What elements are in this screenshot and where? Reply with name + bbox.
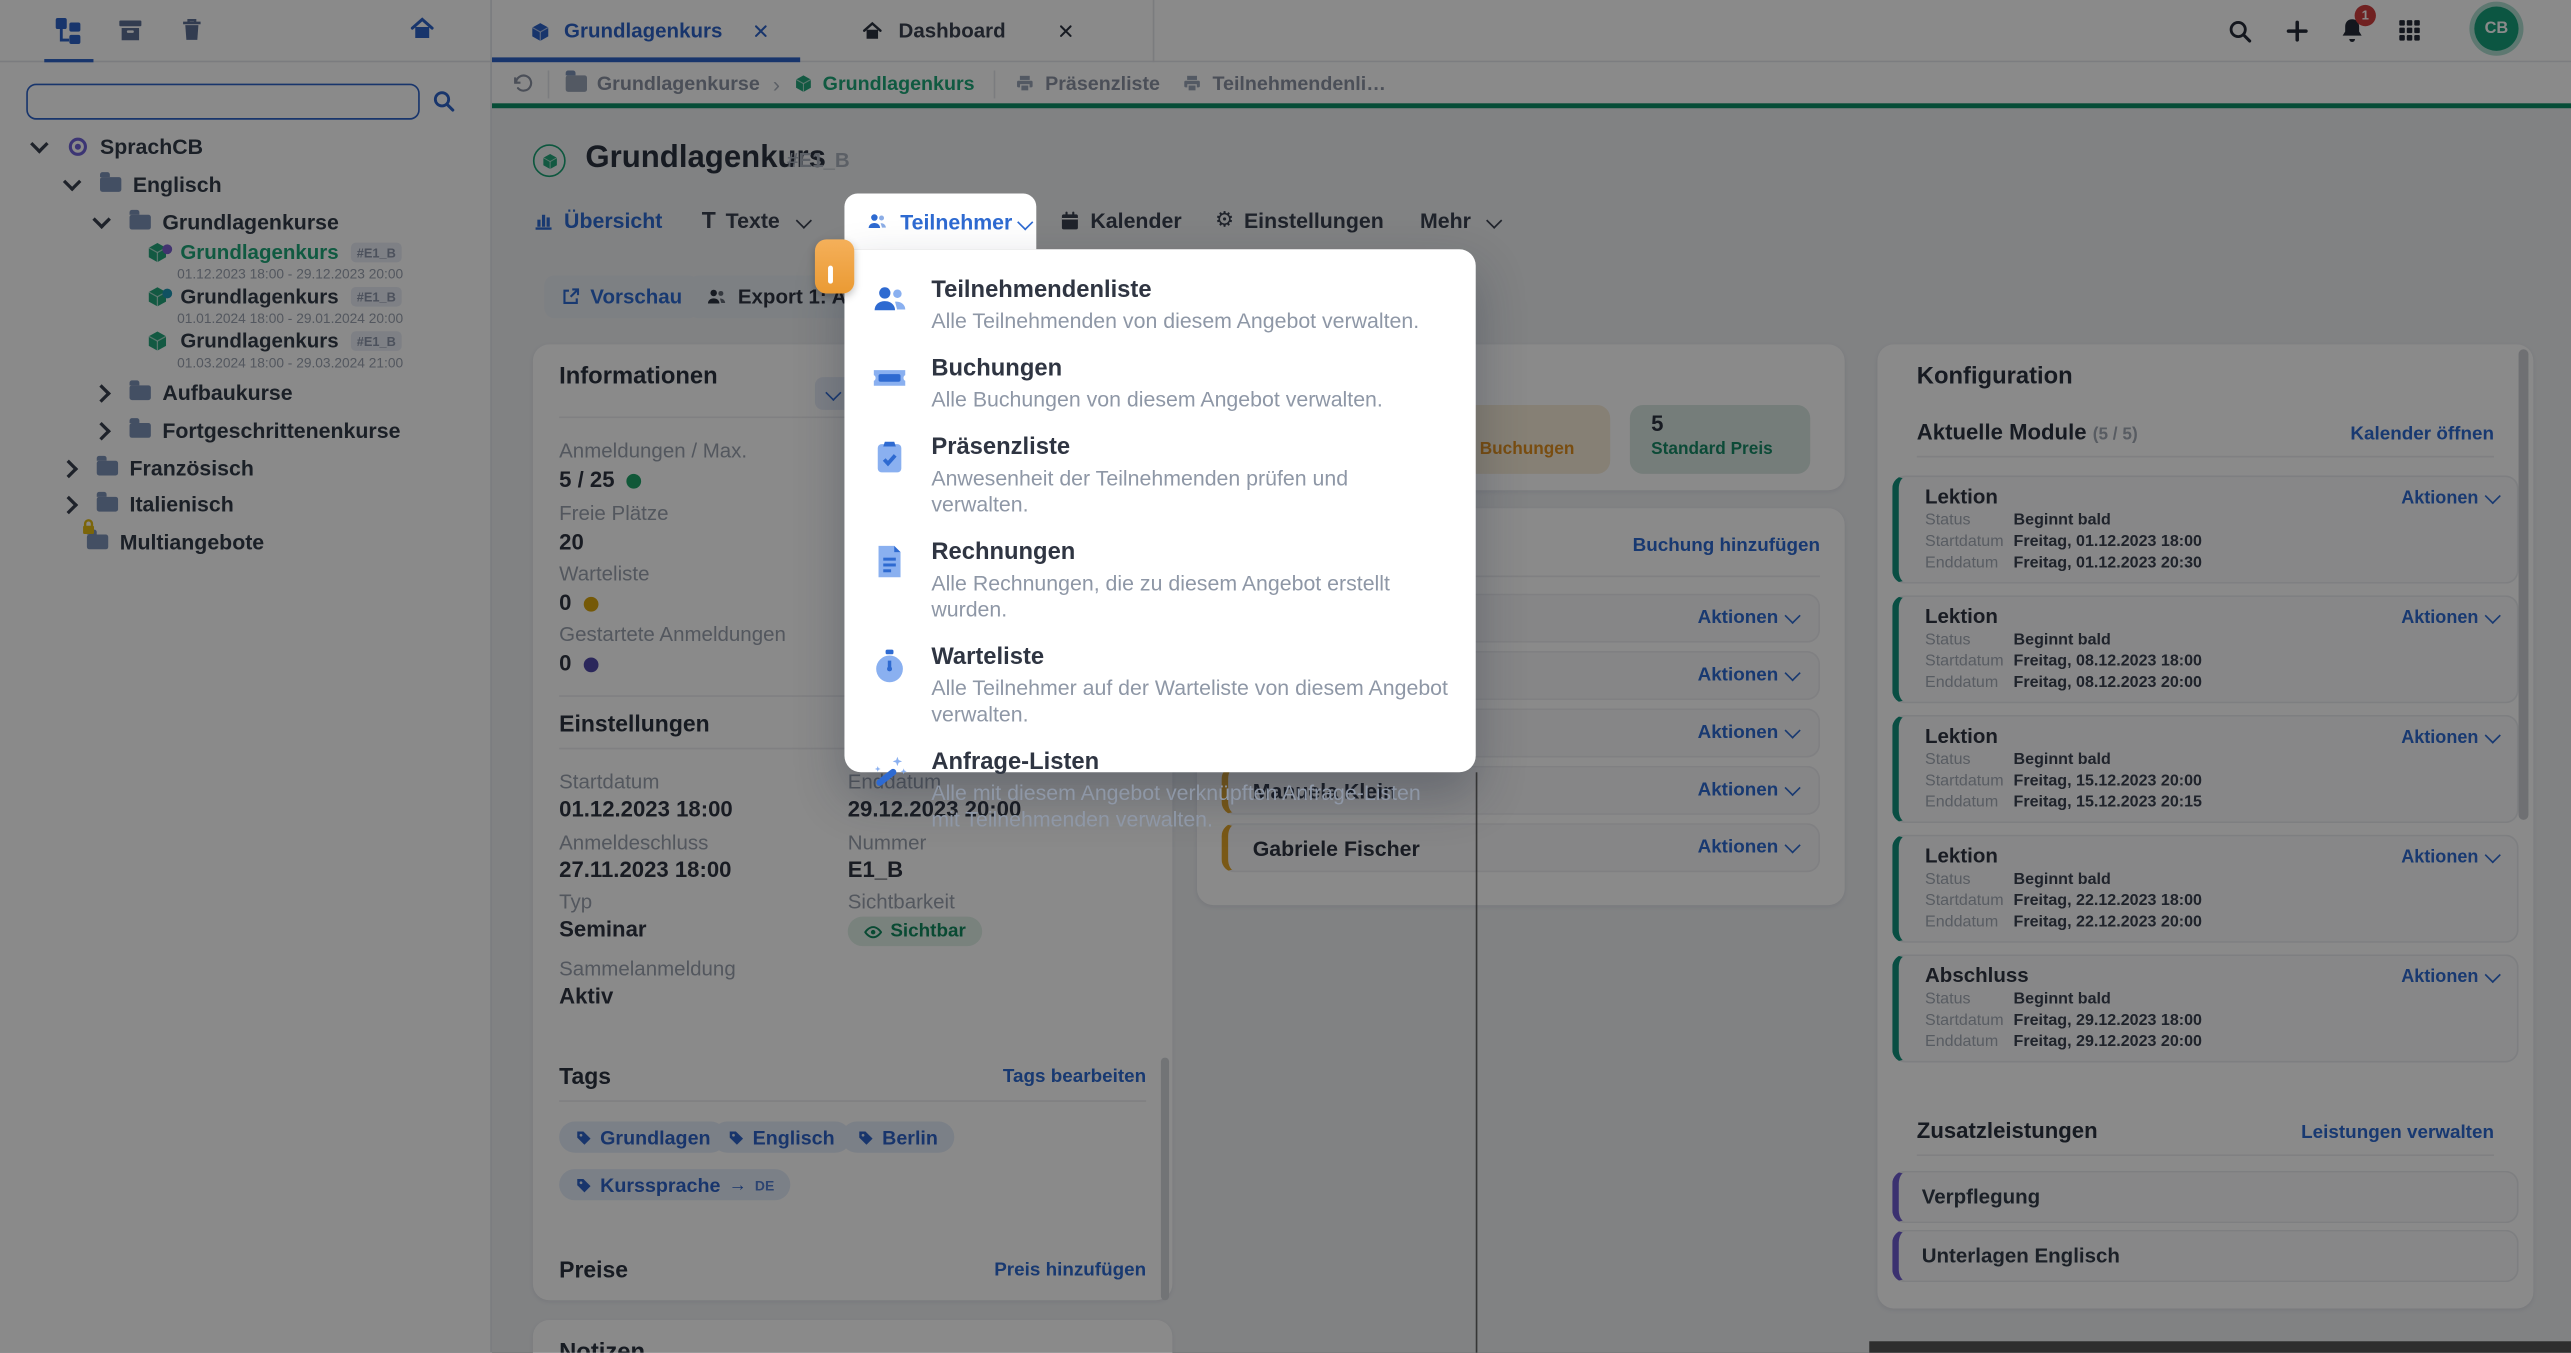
- menu-item-anfrage-listen[interactable]: Anfrage-ListenAlle mit diesem Angebot ve…: [871, 749, 1450, 833]
- app-window: Grundlagenkurs Dashboard 1 CB Grundlagen…: [0, 0, 2571, 1353]
- menu-item-teilnehmendenliste[interactable]: TeilnehmendenlisteAlle Teilnehmenden von…: [871, 277, 1450, 334]
- overlay-edge-line: [1475, 772, 1477, 1352]
- menu-item-warteliste[interactable]: WartelisteAlle Teilnehmer auf der Wartel…: [871, 644, 1450, 728]
- clipboard-check-icon: [871, 438, 909, 518]
- stopwatch-icon: [871, 648, 909, 728]
- teilnehmer-dropdown-menu: TeilnehmendenlisteAlle Teilnehmenden von…: [844, 249, 1475, 772]
- magic-wand-icon: [871, 753, 909, 833]
- menu-item-buchungen[interactable]: BuchungenAlle Buchungen von diesem Angeb…: [871, 356, 1450, 413]
- menu-item-rechnungen[interactable]: RechnungenAlle Rechnungen, die zu diesem…: [871, 539, 1450, 623]
- tab-teilnehmer[interactable]: Teilnehmer: [844, 193, 1036, 249]
- menu-item-praesenzliste[interactable]: PräsenzlisteAnwesenheit der Teilnehmende…: [871, 435, 1450, 519]
- people-icon: [871, 280, 909, 334]
- screen: Grundlagenkurs Dashboard 1 CB Grundlagen…: [0, 0, 2571, 1353]
- ticket-icon: [871, 359, 909, 413]
- chevron-down-icon: [1018, 214, 1033, 229]
- tour-cursor-marker: [815, 239, 854, 293]
- participants-icon: [866, 210, 889, 233]
- invoice-icon: [871, 543, 909, 623]
